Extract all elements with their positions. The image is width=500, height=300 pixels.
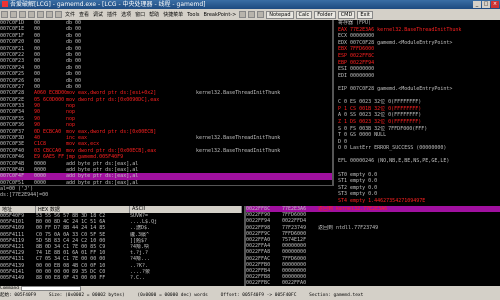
minimize-button[interactable]: _ — [473, 1, 481, 8]
register-row[interactable]: ST0 empty 0.0 — [338, 172, 500, 179]
menu-window[interactable]: 窗口 — [135, 11, 145, 18]
dump-col-address[interactable]: 地址 — [0, 206, 36, 213]
window-title: 吾爱破解[LCG] - gamemd.exe - [LCG - 中央处理器 - … — [10, 1, 206, 8]
register-row[interactable]: ST2 empty 0.0 — [338, 185, 500, 192]
register-row[interactable] — [338, 79, 500, 86]
menu-view[interactable]: 查看 — [79, 11, 89, 18]
exit-button[interactable]: Exit — [357, 10, 373, 19]
dump-address: 005F4149 — [0, 274, 25, 281]
status-offset: Offset: 005F40F9 -> 005F40FC — [220, 293, 297, 298]
tool-icon-1[interactable] — [239, 11, 247, 18]
tool-icon-3[interactable] — [257, 11, 265, 18]
status-size: Size: (0x0002 = 00002 bytes) — [48, 293, 125, 298]
register-row[interactable]: ST3 empty 0.0 — [338, 191, 500, 198]
title-bar: 吾爱破解[LCG] - gamemd.exe - [LCG - 中央处理器 - … — [0, 0, 500, 9]
register-row[interactable]: ECX 00000000 — [338, 33, 500, 40]
register-row[interactable]: ESP 0022FF8C — [338, 53, 500, 60]
status-words: (0x0000 = 00000 dec) words — [137, 293, 208, 298]
info-pane[interactable]: al=00 ('J') ds:[77E2E944]=00 — [0, 185, 334, 205]
menu-tools[interactable]: Tools — [187, 12, 199, 18]
register-row[interactable]: C 0 ES 0023 32位 0(FFFFFFFF) — [338, 99, 500, 106]
dump-pane[interactable]: 005F40F9 53 55 56 57 8B 3D 18 C2 SUVW?= 005… — [0, 213, 242, 286]
menu-help[interactable]: 帮助 — [149, 11, 159, 18]
menu-debug[interactable]: 调试 — [93, 11, 103, 18]
dump-hex: 88 00 E8 0F 43 00 00 FF — [36, 274, 106, 281]
window-controls: _ □ × — [473, 1, 499, 8]
status-start: 起始: 005F40F9 — [0, 293, 37, 298]
register-row[interactable]: EDX 007C0F28 gamemd.<ModuleEntryPoint> — [338, 40, 500, 47]
dump-col-hex[interactable]: HEX 数据 — [36, 206, 130, 213]
registers-pane[interactable]: 寄存器 (FPU) EAX 77E2E3A6 kernel32.BaseThre… — [336, 20, 500, 205]
pause-icon[interactable] — [37, 11, 44, 18]
dump-header: 地址 HEX 数据 ASCII — [0, 206, 242, 213]
register-row[interactable]: EIP 007C0F28 gamemd.<ModuleEntryPoint> — [338, 86, 500, 93]
register-row[interactable] — [338, 93, 500, 100]
register-row[interactable]: EBX 7FFD6000 — [338, 46, 500, 53]
menu-shortcuts[interactable]: 快捷菜单 — [163, 11, 183, 18]
command-input[interactable] — [20, 286, 81, 291]
status-section: Section: gamemd.text — [309, 293, 364, 298]
register-row[interactable]: A 0 SS 0023 32位 0(FFFFFFFF) — [338, 112, 500, 119]
register-row[interactable]: P 1 CS 001B 32位 0(FFFFFFFF) — [338, 106, 500, 113]
register-row[interactable]: D 0 — [338, 139, 500, 146]
restart-icon[interactable] — [10, 11, 17, 18]
menu-file[interactable]: 文件 — [65, 11, 75, 18]
register-row[interactable]: EAX 77E2E3A6 kernel32.BaseThreadInitThun… — [338, 27, 500, 34]
register-row[interactable] — [338, 165, 500, 172]
info-line-2: ds:[77E2E944]=00 — [0, 192, 49, 199]
register-row[interactable]: Z 1 DS 0023 32位 0(FFFFFFFF) — [338, 119, 500, 126]
register-row[interactable]: EBP 0022FF94 — [338, 60, 500, 67]
menu-options[interactable]: 选项 — [121, 11, 131, 18]
dump-ascii: ?.C.. — [130, 274, 146, 281]
menu-toolbar: 文件 查看 调试 插件 选项 窗口 帮助 快捷菜单 Tools BreakPoi… — [0, 9, 500, 20]
register-row[interactable]: T 0 GS 0000 NULL — [338, 132, 500, 139]
register-row[interactable]: ST1 empty 0.0 — [338, 178, 500, 185]
menu-plugins[interactable]: 插件 — [107, 11, 117, 18]
register-row[interactable]: S 0 FS 003B 32位 7FFDF000(FFF) — [338, 126, 500, 133]
stack-pane[interactable]: 0022FF8C 77E2E3A6 返回到 kernel32.77E2E3A6 002… — [244, 206, 500, 286]
register-row[interactable]: O 0 LastErr ERROR_SUCCESS (00000000) — [338, 145, 500, 152]
run-icon[interactable] — [28, 11, 35, 18]
calc-button[interactable]: Calc — [295, 10, 313, 19]
app-icon — [2, 1, 8, 7]
menu-breakpoint[interactable]: BreakPoint-> — [203, 12, 236, 18]
dump-row[interactable]: 005F4149 88 00 E8 0F 43 00 00 FF ?.C.. — [0, 275, 242, 281]
register-row[interactable]: ST4 empty 1.4462735427109497E — [338, 198, 500, 205]
register-row[interactable]: ESI 00000000 — [338, 66, 500, 73]
notepad-button[interactable]: Notepad — [266, 10, 294, 19]
maximize-button[interactable]: □ — [482, 1, 490, 8]
close-button[interactable]: × — [491, 1, 499, 8]
step-over-icon[interactable] — [55, 11, 62, 18]
step-into-icon[interactable] — [46, 11, 53, 18]
disassembly-pane[interactable]: 007C0F1D 00 db 00 007C0F1E 00 db 00 007C0F1F 00… — [0, 20, 334, 185]
disasm-comment: kernel32.BaseThreadInitThunk — [196, 90, 281, 97]
tool-icon-2[interactable] — [248, 11, 256, 18]
status-bar: 起始: 005F40F9 Size: (0x0002 = 00002 bytes… — [0, 292, 500, 300]
disasm-comment: kernel32.BaseThreadInitThunk — [196, 147, 281, 154]
open-icon[interactable] — [1, 11, 8, 18]
register-row[interactable] — [338, 152, 500, 159]
register-row[interactable]: EFL 00000246 (NO,NB,E,BE,NS,PE,GE,LE) — [338, 158, 500, 165]
register-row[interactable]: EDI 00000000 — [338, 73, 500, 80]
registers-header: 寄存器 (FPU) — [338, 20, 372, 26]
stack-comment: 返回到 ntdll.77F23749 — [318, 224, 379, 231]
close-file-icon[interactable] — [19, 11, 26, 18]
dump-col-ascii[interactable]: ASCII — [130, 206, 242, 213]
folder-button[interactable]: Folder — [314, 10, 336, 19]
disasm-comment: kernel32.BaseThreadInitThunk — [196, 135, 281, 142]
cmd-button[interactable]: CMD — [337, 10, 356, 19]
